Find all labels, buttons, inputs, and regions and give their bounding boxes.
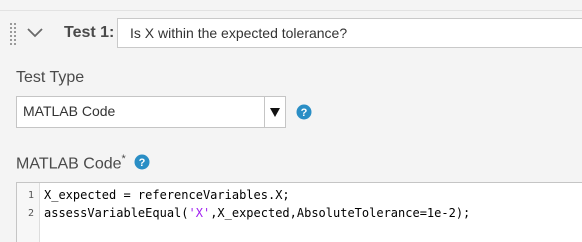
test-number-label: Test 1: [64,24,115,41]
test-type-select[interactable]: MATLAB Code [16,96,286,128]
svg-text:?: ? [301,107,308,119]
dropdown-arrow-icon[interactable] [264,97,285,127]
drag-grip-icon[interactable] [10,23,16,45]
line-number: 1 [27,190,34,201]
test-title-input[interactable] [117,18,582,48]
line-number: 2 [27,208,34,219]
line-number-gutter: 1 2 [17,183,40,242]
test-type-label: Test Type [16,69,85,86]
test-header: Test 1: [0,10,582,55]
code-editor[interactable]: 1 2 X_expected = referenceVariables.X; a… [16,182,582,242]
test-type-selected-value: MATLAB Code [23,103,116,119]
test-body: Test Type MATLAB Code ? MATLAB Code* ? 1… [0,56,582,242]
chevron-down-icon[interactable] [26,25,44,39]
help-icon[interactable]: ? [134,154,150,170]
matlab-code-label: MATLAB Code* [16,153,126,173]
required-marker: * [121,153,126,165]
code-line[interactable]: assessVariableEqual('X',X_expected,Absol… [44,206,470,220]
code-line[interactable]: X_expected = referenceVariables.X; [44,188,290,202]
test-panel: Test 1: Test Type MATLAB Code ? MATLAB C… [0,0,582,242]
help-icon[interactable]: ? [296,104,312,120]
svg-text:?: ? [139,157,146,169]
